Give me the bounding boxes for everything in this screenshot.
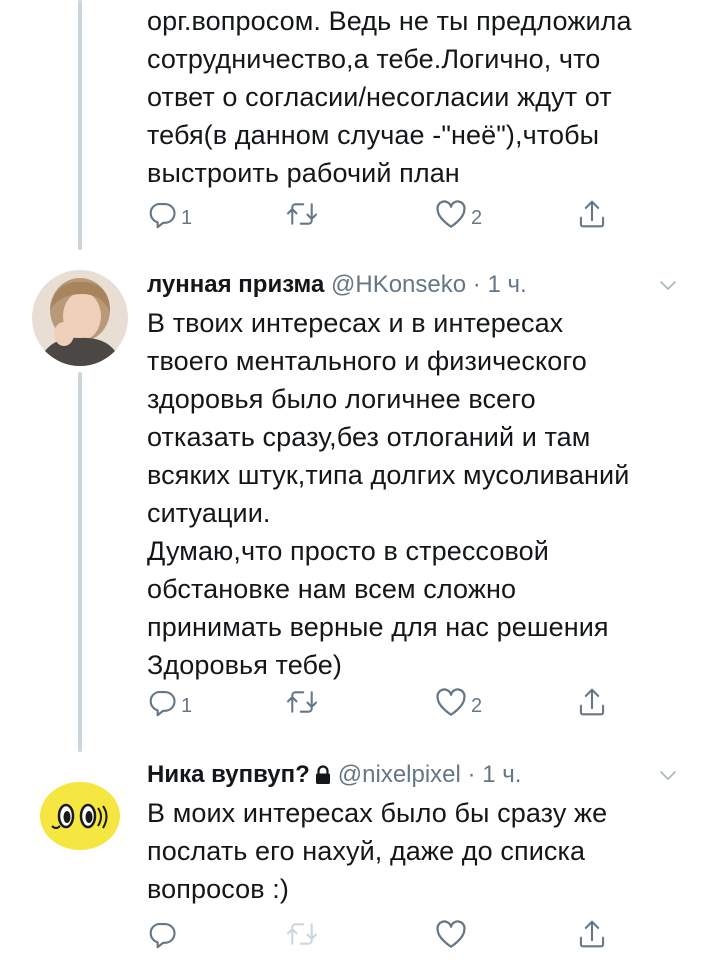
like-count: 2	[471, 694, 483, 717]
tweet-feed: орг.вопросом. Ведь не ты предложила сотр…	[0, 0, 719, 966]
timestamp[interactable]: 1 ч.	[487, 271, 526, 298]
like-button[interactable]: 2	[435, 196, 482, 232]
share-button[interactable]	[577, 196, 607, 232]
retweet-button[interactable]	[285, 196, 319, 232]
retweet-icon	[285, 687, 319, 717]
reply-count: 1	[181, 694, 193, 717]
heart-icon	[435, 687, 467, 717]
reply-icon	[147, 919, 177, 949]
user-handle[interactable]: @nixelpixel	[338, 761, 461, 788]
display-name[interactable]: лунная призма	[147, 271, 324, 298]
tweet-header: Ника вупвуп? @nixelpixel · 1 ч.	[147, 758, 689, 792]
retweet-icon	[285, 199, 319, 229]
user-handle[interactable]: @HKonseko	[331, 271, 466, 298]
tweet-3-actions	[147, 916, 627, 952]
timestamp[interactable]: 1 ч.	[482, 761, 521, 788]
reply-button[interactable]: 1	[147, 684, 192, 720]
tweet-2[interactable]: лунная призма @HKonseko · 1 ч. В твоих и…	[0, 260, 719, 740]
separator-dot: ·	[467, 761, 476, 788]
retweet-button[interactable]	[285, 684, 319, 720]
reply-icon	[147, 687, 177, 717]
tweet-1[interactable]: орг.вопросом. Ведь не ты предложила сотр…	[0, 0, 719, 250]
tweet-1-text: орг.вопросом. Ведь не ты предложила сотр…	[147, 6, 632, 188]
share-icon	[577, 198, 607, 230]
reply-button[interactable]	[147, 916, 177, 952]
like-button[interactable]: 2	[435, 684, 482, 720]
tweet-header: лунная призма @HKonseko · 1 ч.	[147, 268, 689, 302]
heart-icon	[435, 199, 467, 229]
display-name[interactable]: Ника вупвуп?	[147, 761, 310, 788]
share-icon	[577, 686, 607, 718]
lock-icon	[314, 761, 332, 795]
like-button[interactable]	[435, 916, 467, 952]
tweet-1-actions: 1 2	[147, 196, 627, 232]
separator-dot: ·	[472, 271, 481, 298]
retweet-icon	[285, 919, 319, 949]
reply-icon	[147, 199, 177, 229]
chevron-down-icon[interactable]	[657, 272, 679, 306]
tweet-2-actions: 1 2	[147, 684, 627, 720]
avatar[interactable]	[32, 270, 128, 366]
tweet-2-text: В твоих интересах и в интересах твоего м…	[147, 308, 630, 680]
tweet-3[interactable]: Ника вупвуп? @nixelpixel · 1 ч. В моих ин…	[0, 752, 719, 966]
share-icon	[577, 918, 607, 950]
reply-count: 1	[181, 206, 193, 229]
like-count: 2	[471, 206, 483, 229]
heart-icon	[435, 919, 467, 949]
chevron-down-icon[interactable]	[657, 762, 679, 796]
tweet-3-text: В моих интересах было бы сразу же послат…	[147, 798, 608, 904]
share-button[interactable]	[577, 684, 607, 720]
avatar[interactable]	[32, 762, 128, 858]
share-button[interactable]	[577, 916, 607, 952]
retweet-button	[285, 916, 319, 952]
reply-button[interactable]: 1	[147, 196, 192, 232]
